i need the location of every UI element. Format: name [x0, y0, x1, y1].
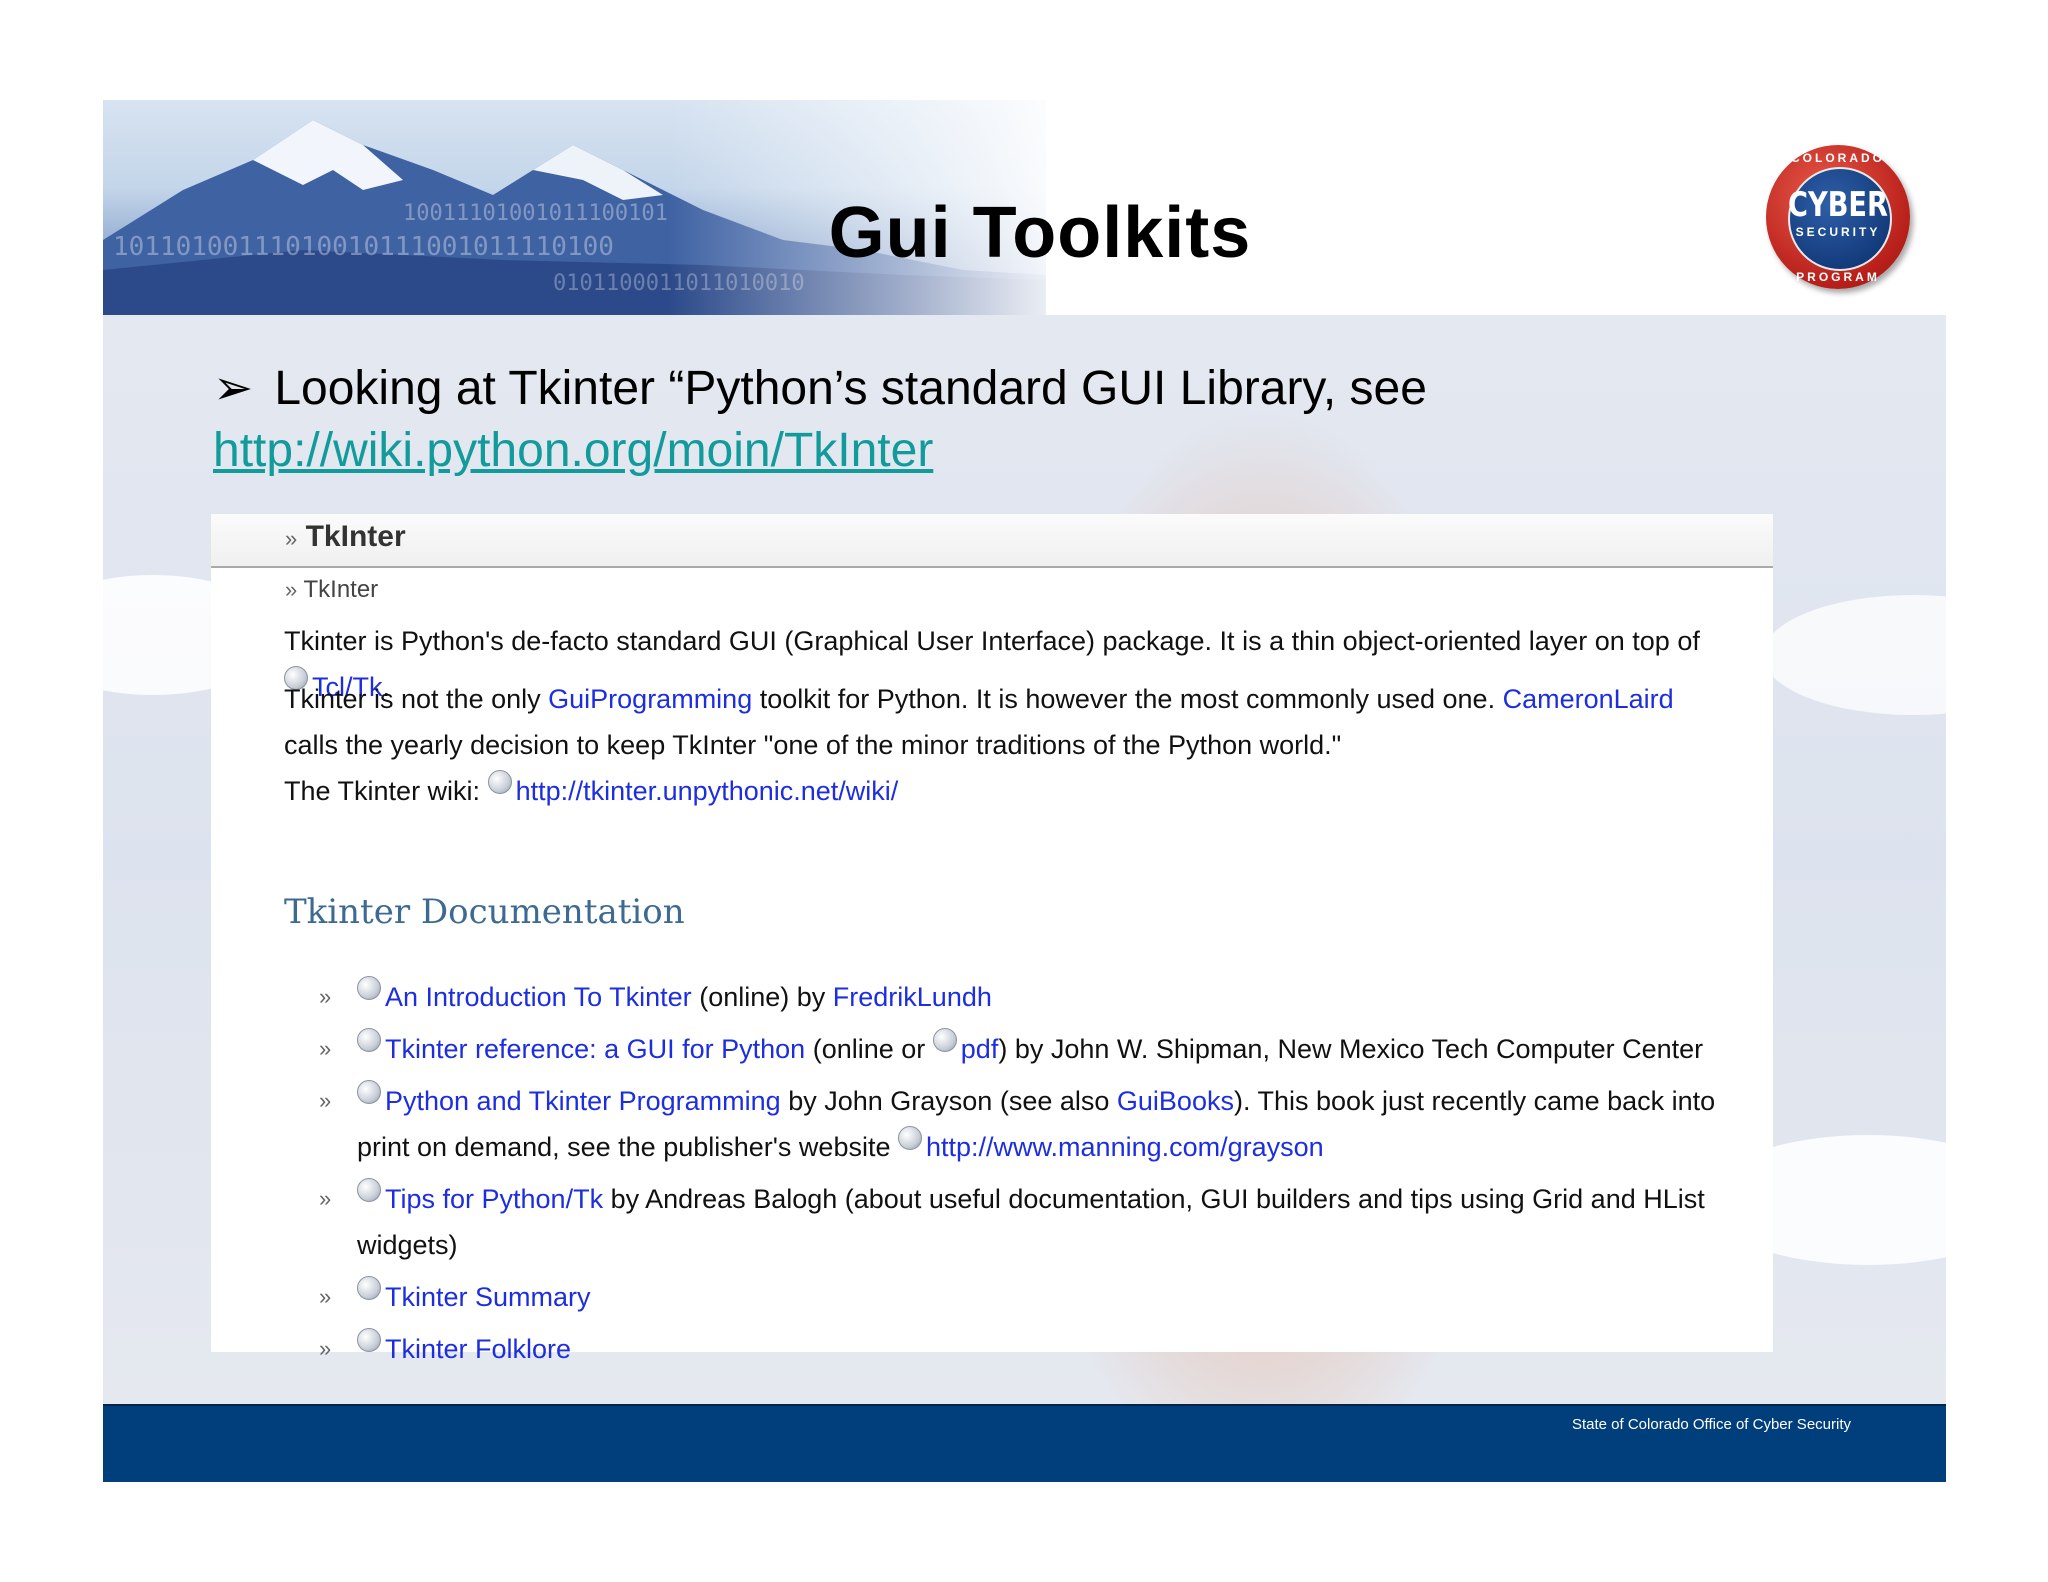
guibooks-link[interactable]: GuiBooks: [1117, 1086, 1234, 1116]
bullet-text: Looking at Tkinter “Python’s standard GU…: [274, 362, 1427, 415]
wiki-header: » TkInter: [211, 514, 1773, 568]
wiki-link-paragraph: The Tkinter wiki: http://tkinter.unpytho…: [284, 768, 1724, 814]
globe-icon: [898, 1126, 922, 1150]
list-item: » Tkinter Summary: [319, 1274, 1749, 1320]
cyber-security-logo: COLORADO CYBER SECURITY PROGRAM: [1766, 145, 1910, 289]
tkinter-wiki-link[interactable]: http://tkinter.unpythonic.net/wiki/: [516, 776, 899, 806]
globe-icon: [932, 1028, 957, 1052]
p2-post-text: calls the yearly decision to keep TkInte…: [284, 730, 1342, 760]
manning-link[interactable]: http://www.manning.com/grayson: [926, 1132, 1324, 1162]
tips-python-tk-link[interactable]: Tips for Python/Tk: [385, 1184, 603, 1214]
chevron-icon: »: [319, 984, 332, 1009]
list-item: » Python and Tkinter Programming by John…: [319, 1078, 1749, 1170]
list-item: » Tips for Python/Tk by Andreas Balogh (…: [319, 1176, 1749, 1268]
chevron-icon: »: [319, 1284, 332, 1309]
bullet-point: ➢ Looking at Tkinter “Python’s standard …: [213, 358, 1713, 482]
list-item: » Tkinter reference: a GUI for Python (o…: [319, 1026, 1749, 1072]
intro-to-tkinter-link[interactable]: An Introduction To Tkinter: [385, 982, 692, 1012]
globe-icon: [487, 770, 512, 794]
python-tkinter-programming-link[interactable]: Python and Tkinter Programming: [385, 1086, 781, 1116]
globe-icon: [357, 976, 381, 1000]
tkinter-summary-link[interactable]: Tkinter Summary: [385, 1282, 591, 1312]
breadcrumb: » TkInter: [285, 576, 378, 604]
chevron-icon: »: [285, 526, 298, 551]
list-item: » An Introduction To Tkinter (online) by…: [319, 974, 1749, 1020]
chevron-icon: »: [285, 577, 298, 602]
wiki-header-title: TkInter: [305, 520, 406, 553]
item-text: (online) by: [699, 982, 826, 1012]
documentation-heading: Tkinter Documentation: [284, 892, 685, 932]
logo-main-text: CYBER: [1788, 185, 1888, 225]
fredriklundh-link[interactable]: FredrikLundh: [833, 982, 992, 1012]
globe-icon: [357, 1328, 381, 1352]
item-text-2: ) by John W. Shipman, New Mexico Tech Co…: [998, 1034, 1704, 1064]
p2-mid-text: toolkit for Python. It is however the mo…: [759, 684, 1496, 714]
logo-bottom-text: PROGRAM: [1796, 270, 1880, 284]
chevron-icon: »: [319, 1088, 332, 1113]
item-text: (online or: [812, 1034, 926, 1064]
chevron-icon: »: [319, 1186, 332, 1211]
guiprogramming-link[interactable]: GuiProgramming: [548, 684, 752, 714]
p2-pre-text: Tkinter is not the only: [284, 684, 541, 714]
logo-sub-text: SECURITY: [1795, 225, 1881, 239]
wiki-screenshot: » TkInter » TkInter Tkinter is Python's …: [211, 514, 1773, 1364]
globe-icon: [357, 1276, 381, 1300]
globe-icon: [357, 1178, 381, 1202]
item-text: by John Grayson (see also: [788, 1086, 1110, 1116]
book-icon: [357, 1080, 381, 1104]
footer-bar: State of Colorado Office of Cyber Securi…: [103, 1404, 1946, 1482]
footer-text: State of Colorado Office of Cyber Securi…: [1571, 1416, 1851, 1433]
second-paragraph: Tkinter is not the only GuiProgramming t…: [284, 676, 1734, 768]
tkinter-folklore-link[interactable]: Tkinter Folklore: [385, 1334, 571, 1364]
logo-top-text: COLORADO: [1791, 151, 1885, 165]
wiki-url-link[interactable]: http://wiki.python.org/moin/TkInter: [213, 424, 933, 477]
globe-icon: [357, 1028, 381, 1052]
slide: 10110100111010010111001011110100 1001110…: [103, 100, 1946, 1482]
intro-text: Tkinter is Python's de-facto standard GU…: [284, 626, 1700, 656]
cameronlaird-link[interactable]: CameronLaird: [1503, 684, 1674, 714]
chevron-icon: »: [319, 1036, 332, 1061]
pdf-link[interactable]: pdf: [961, 1034, 999, 1064]
chevron-icon: »: [319, 1336, 332, 1361]
documentation-list: » An Introduction To Tkinter (online) by…: [319, 974, 1749, 1378]
p3-pre-text: The Tkinter wiki:: [284, 776, 481, 806]
list-item: » Tkinter Folklore: [319, 1326, 1749, 1372]
arrow-bullet-icon: ➢: [213, 362, 254, 415]
slide-title: Gui Toolkits: [828, 193, 1252, 273]
breadcrumb-link[interactable]: TkInter: [303, 576, 378, 603]
tkinter-reference-link[interactable]: Tkinter reference: a GUI for Python: [385, 1034, 805, 1064]
